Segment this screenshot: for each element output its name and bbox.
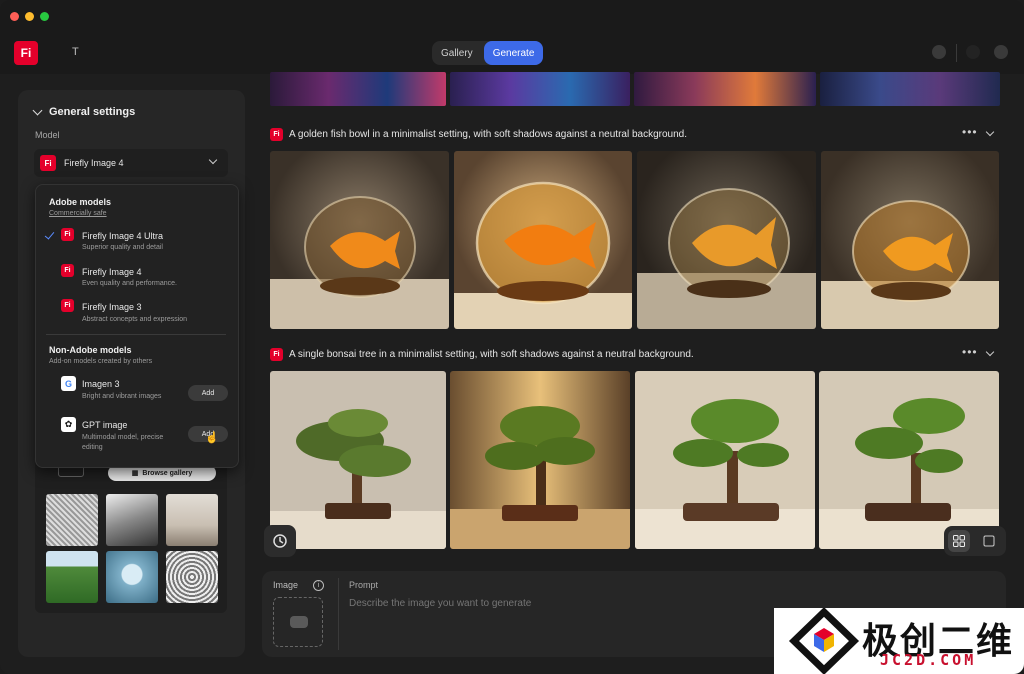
add-imagen-button[interactable]: Add [188,385,228,401]
general-settings-title: General settings [49,106,136,118]
firefly-icon: Fi [270,128,283,141]
model-desc: Superior quality and detail [82,244,163,251]
firefly-icon: Fi [61,299,74,312]
dropdown-divider [46,334,226,335]
app-name: T [72,46,79,58]
chevron-down-icon [32,105,43,116]
more-options-icon[interactable]: ••• [962,125,978,139]
style-thumb-interior[interactable] [166,494,218,546]
view-switcher: Gallery Generate [432,41,544,65]
general-settings-toggle[interactable]: General settings [32,105,136,118]
prompt-input[interactable] [349,598,769,609]
info-icon[interactable]: i [313,580,324,591]
generated-image[interactable] [270,371,446,549]
non-adobe-models-sub: Add-on models created by others [49,358,153,365]
firefly-icon: Fi [61,228,74,241]
model-desc: Abstract concepts and expression [82,316,188,323]
square-icon [983,535,995,547]
style-thumb-owl[interactable] [166,551,218,603]
model-name: Firefly Image 4 [82,267,142,277]
watermark-url: JC2D.COM [880,651,977,669]
model-name: Firefly Image 4 Ultra [82,231,164,241]
non-adobe-models-heading: Non-Adobe models [49,345,132,355]
single-view-button[interactable] [978,530,1000,552]
generated-image[interactable] [270,151,449,329]
close-window-button[interactable] [10,12,19,21]
gallery-icon: ▦ [131,470,139,477]
avatar[interactable] [994,45,1008,59]
chevron-down-icon [208,155,218,165]
selected-model: Firefly Image 4 [64,158,124,168]
prompt-text: A golden fish bowl in a minimalist setti… [289,129,687,140]
model-desc: Even quality and performance. [82,280,177,287]
image-upload-dropzone[interactable] [273,597,323,647]
style-thumb-sphere[interactable] [106,551,158,603]
view-toggle [944,526,1006,556]
grid-view-button[interactable] [948,530,970,552]
browse-gallery-label: Browse gallery [142,469,193,477]
model-name: Imagen 3 [82,379,120,389]
model-name: Firefly Image 3 [82,302,142,312]
chevron-down-icon[interactable] [985,347,995,357]
generated-image[interactable] [450,371,630,549]
grid-icon [953,535,965,547]
notifications-icon[interactable] [932,45,946,59]
history-icon [273,534,287,548]
composer-divider [338,578,339,650]
maximize-window-button[interactable] [40,12,49,21]
generated-image[interactable] [819,371,999,549]
style-thumb-sketch[interactable] [46,494,98,546]
generated-image[interactable] [635,371,815,549]
cursor-icon: ☝ [205,432,219,444]
prompt-label: Prompt [349,580,379,590]
watermark-logo [788,608,860,674]
previous-image[interactable] [634,72,816,106]
tab-gallery[interactable]: Gallery [432,41,482,65]
apps-icon[interactable] [966,45,980,59]
generation-prompt: Fi A single bonsai tree in a minimalist … [270,348,694,361]
chevron-down-icon[interactable] [985,127,995,137]
tab-generate[interactable]: Generate [483,41,544,65]
adobe-models-heading: Adobe models [49,197,112,207]
firefly-icon: Fi [40,155,56,171]
image-label: Image [273,580,299,590]
firefly-icon: Fi [270,348,283,361]
minimize-window-button[interactable] [25,12,34,21]
firefly-logo[interactable]: Fi [14,41,38,65]
title-bar [0,0,1024,32]
generation-prompt: Fi A golden fish bowl in a minimalist se… [270,128,687,141]
image-add-icon [290,616,308,628]
model-label: Model [35,130,60,140]
header-divider [956,44,957,62]
generated-image[interactable] [454,151,632,329]
model-name: GPT image [82,420,128,430]
style-thumb-landscape[interactable] [106,494,158,546]
style-thumb-road[interactable] [46,551,98,603]
previous-image[interactable] [270,72,446,106]
commercially-safe-link[interactable]: Commercially safe [49,210,107,217]
app-window: Fi T Gallery Generate General settings M… [0,0,1024,674]
prompt-text: A single bonsai tree in a minimalist set… [289,349,694,360]
more-options-icon[interactable]: ••• [962,345,978,359]
model-select[interactable]: Fi Firefly Image 4 [34,149,228,177]
history-button[interactable] [264,525,296,557]
previous-image[interactable] [820,72,1000,106]
model-desc: Multimodal model, precise editing [82,434,164,451]
generated-image[interactable] [821,151,999,329]
firefly-icon: Fi [61,264,74,277]
openai-icon: ✿ [61,417,76,432]
model-desc: Bright and vibrant images [82,393,162,400]
google-icon: G [61,376,76,391]
generated-image[interactable] [637,151,816,329]
previous-image[interactable] [450,72,630,106]
